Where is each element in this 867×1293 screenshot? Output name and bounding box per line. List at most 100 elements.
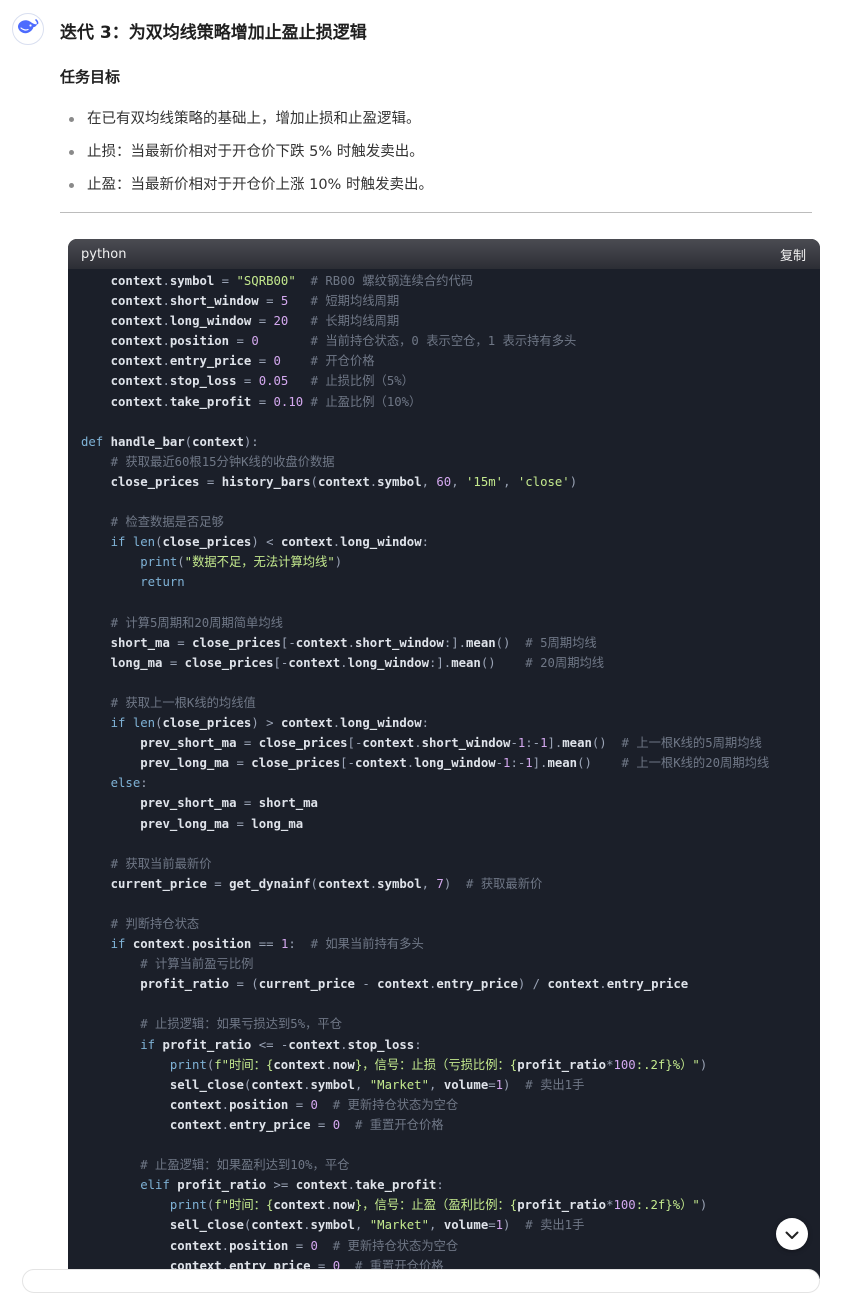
code-token: 0 (273, 354, 281, 369)
code-line: prev_short_ma = short_ma (81, 793, 820, 813)
code-token: # 重置开仓价格 (354, 1117, 444, 1132)
code-token: () (591, 736, 607, 751)
code-token: context (169, 1097, 222, 1112)
code-token: = (236, 736, 259, 751)
code-token: :]. (443, 635, 467, 650)
copy-button[interactable]: 复制 (780, 245, 806, 264)
code-token: 0 (251, 334, 259, 349)
code-token: long_window (414, 756, 496, 771)
code-line: context.take_profit = 0.10 # 止盈比例（10%） (81, 392, 820, 412)
code-token: close_prices (251, 756, 341, 771)
code-token: = (206, 876, 230, 891)
code-line: # 计算当前盈亏比例 (81, 954, 820, 974)
code-token: = (488, 1077, 496, 1092)
code-token: print (169, 1057, 207, 1072)
code-token: "数据不足，无法计算均线" (184, 555, 335, 570)
code-token: long_ma (251, 816, 304, 831)
code-token: context (132, 937, 185, 952)
code-token: = (258, 294, 281, 309)
code-token: () (480, 655, 496, 670)
code-token: ( (310, 474, 318, 489)
code-token: }，信号：止盈（盈利比例：{ (354, 1198, 518, 1213)
code-token: ) (699, 1057, 708, 1072)
code-token: symbol (377, 876, 422, 891)
code-line: context.position = 0 # 更新持仓状态为空仓 (81, 1095, 820, 1115)
code-line: # 判断持仓状态 (81, 914, 820, 934)
code-token: close_prices (162, 535, 252, 550)
code-token: now (332, 1057, 355, 1072)
code-token: . (162, 294, 170, 309)
code-token: entry_price (169, 354, 252, 369)
code-token: position (169, 334, 230, 349)
code-token: = ( (229, 977, 259, 992)
code-token: . (325, 1198, 333, 1213)
code-line: context.position = 0 # 更新持仓状态为空仓 (81, 1236, 820, 1256)
code-token: <= - (251, 1037, 289, 1052)
code-token: context (110, 354, 163, 369)
code-line: # 获取上一根K线的均线值 (81, 693, 820, 713)
code-token: . (162, 374, 170, 389)
code-token: = (199, 474, 222, 489)
code-token: : (436, 1178, 444, 1193)
code-token: get_dynainf (229, 876, 311, 891)
code-header: python 复制 (68, 239, 820, 269)
code-token: # 更新持仓状态为空仓 (332, 1238, 459, 1253)
code-token: : (140, 776, 148, 791)
code-token: = (169, 635, 193, 650)
message-heading: 迭代 3：为双均线策略增加止盈止损逻辑 (60, 23, 367, 43)
code-token: symbol (169, 274, 215, 288)
code-token: close_prices (192, 635, 281, 650)
code-line: # 获取当前最新价 (81, 854, 820, 874)
code-token: mean (547, 756, 578, 771)
code-token: . (221, 1097, 230, 1112)
code-token: # 如果当前持有多头 (310, 937, 424, 952)
code-token: close_prices (110, 474, 200, 489)
code-token: . (303, 1218, 311, 1233)
code-token: # 短期均线周期 (310, 294, 400, 309)
code-token: . (162, 354, 170, 369)
scroll-to-bottom-button[interactable] (776, 1218, 808, 1250)
code-token: ) (699, 1198, 708, 1213)
code-token: ) < (251, 535, 281, 550)
code-token: symbol (310, 1077, 355, 1092)
code-token: . (162, 394, 170, 409)
section-divider (60, 212, 812, 213)
code-token: context (295, 635, 348, 650)
code-token: long_window (340, 716, 422, 731)
code-token: : (421, 716, 430, 731)
code-token: # 检查数据是否足够 (110, 515, 224, 530)
code-line: prev_short_ma = close_prices[-context.sh… (81, 733, 820, 753)
code-token: = (251, 314, 274, 329)
code-token: = (310, 1117, 333, 1132)
code-token: context (288, 1037, 341, 1052)
code-token: , (429, 1218, 444, 1233)
code-token: prev_short_ma (140, 796, 237, 811)
code-line: context.symbol = "SQRB00" # RB00 螺纹钢连续合约… (81, 271, 820, 291)
code-token: , (503, 474, 518, 489)
code-token: context (295, 1178, 348, 1193)
code-token: # 卖出1手 (525, 1218, 585, 1233)
chat-input-box[interactable] (22, 1269, 820, 1293)
code-token: prev_long_ma (140, 756, 230, 771)
code-token: [- (340, 756, 355, 771)
code-token: sell_close (169, 1077, 244, 1092)
code-token: 20 (273, 314, 289, 329)
code-token: - (354, 977, 378, 992)
section-title: 任务目标 (60, 68, 121, 86)
code-line: # 计算5周期和20周期简单均线 (81, 613, 820, 633)
code-token: = (288, 1238, 311, 1253)
code-token: = (162, 655, 185, 670)
